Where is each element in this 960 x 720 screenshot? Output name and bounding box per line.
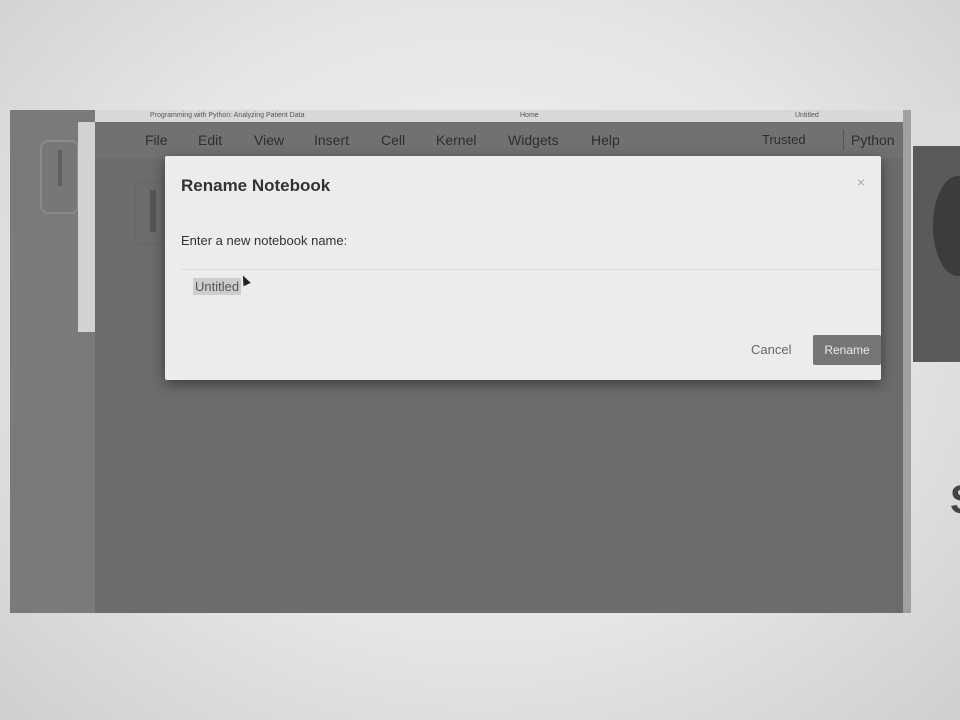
speaker-silhouette bbox=[933, 176, 960, 276]
browser-tab-title[interactable]: Programming with Python: Analyzing Patie… bbox=[150, 110, 304, 122]
menu-insert[interactable]: Insert bbox=[314, 132, 349, 148]
dialog-title: Rename Notebook bbox=[181, 176, 331, 195]
screen-frame-edge bbox=[903, 110, 911, 613]
rename-button[interactable]: Rename bbox=[813, 335, 881, 365]
ghost-marker bbox=[58, 150, 62, 186]
menu-edit[interactable]: Edit bbox=[198, 132, 222, 148]
menu-cell[interactable]: Cell bbox=[381, 132, 405, 148]
browser-tab-untitled[interactable]: Untitled bbox=[795, 110, 819, 122]
cell-prompt-marker bbox=[150, 190, 156, 232]
menu-kernel[interactable]: Kernel bbox=[436, 132, 476, 148]
rename-notebook-dialog: Rename Notebook × Enter a new notebook n… bbox=[165, 156, 881, 380]
dialog-divider bbox=[181, 269, 879, 270]
trusted-indicator[interactable]: Trusted bbox=[762, 132, 806, 147]
close-icon[interactable]: × bbox=[857, 174, 865, 190]
browser-tab-bar: Programming with Python: Analyzing Patie… bbox=[10, 110, 903, 122]
side-text-fragment: S bbox=[950, 478, 960, 523]
menu-help[interactable]: Help bbox=[591, 132, 620, 148]
menu-file[interactable]: File bbox=[145, 132, 168, 148]
dialog-prompt: Enter a new notebook name: bbox=[181, 233, 348, 248]
menu-widgets[interactable]: Widgets bbox=[508, 132, 559, 148]
notebook-name-input[interactable]: Untitled bbox=[193, 278, 242, 295]
notebook-menubar: File Edit View Insert Cell Kernel Widget… bbox=[95, 122, 903, 158]
speaker-photo bbox=[913, 146, 960, 362]
browser-tab-home[interactable]: Home bbox=[520, 110, 539, 122]
menu-view[interactable]: View bbox=[254, 132, 284, 148]
cancel-button[interactable]: Cancel bbox=[751, 342, 791, 357]
notebook-edge bbox=[78, 122, 95, 332]
kernel-indicator[interactable]: Python bbox=[851, 132, 895, 148]
kernel-separator bbox=[843, 130, 844, 150]
